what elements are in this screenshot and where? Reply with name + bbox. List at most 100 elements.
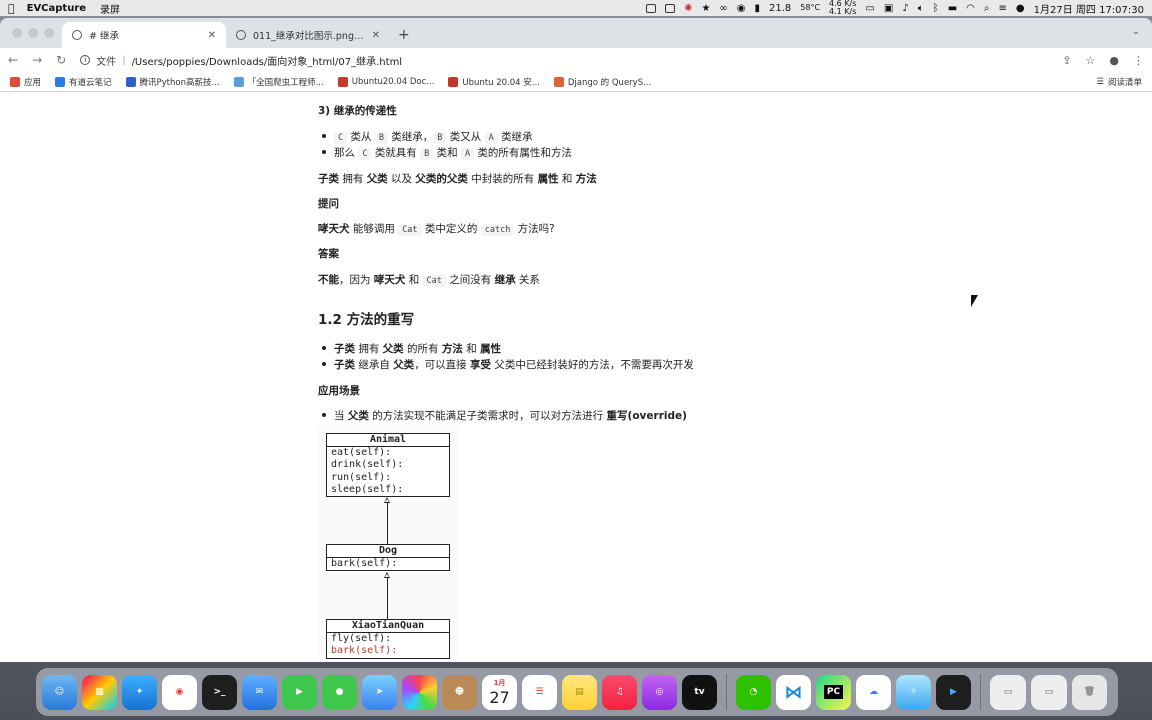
status-icon[interactable] — [646, 3, 657, 13]
profile-icon[interactable]: ● — [1109, 54, 1119, 67]
bookmark-icon[interactable]: ▮ — [755, 3, 761, 14]
display-icon[interactable]: ▣ — [884, 3, 893, 14]
globe-icon — [236, 30, 246, 40]
calendar-icon[interactable]: 1月 27 — [482, 674, 517, 710]
messages-icon[interactable]: ● — [322, 674, 357, 710]
contacts-icon[interactable]: ☻ — [442, 674, 477, 710]
clock-text[interactable]: 1月27日 周四 17:07:30 — [1034, 1, 1144, 16]
address-bar[interactable]: i 文件 | /Users/poppies/Downloads/面向对象_htm… — [80, 50, 1048, 70]
music-icon[interactable]: ♪ — [902, 3, 908, 14]
question-paragraph: 哮天犬 能够调用 Cat 类中定义的 catch 方法吗? — [318, 223, 555, 236]
uml-diagram: Animal eat(self): drink(self): run(self)… — [318, 425, 458, 662]
bookmarks-bar: 应用 有道云笔记 腾讯Python高薪技... 「全国爬虫工程师... Ubun… — [0, 72, 1152, 92]
music-app-icon[interactable]: ♫ — [602, 674, 637, 710]
window-icon[interactable]: ▭ — [865, 3, 874, 14]
list-item: 当 父类 的方法实现不能满足子类需求时，可以对方法进行 重写(override) — [322, 410, 687, 422]
close-tab-icon[interactable]: ✕ — [208, 30, 216, 41]
evcapture-icon[interactable]: ✧ — [896, 674, 931, 710]
globe-icon — [72, 30, 82, 40]
bookmark-ubuntu-install[interactable]: Ubuntu 20.04 安... — [448, 76, 540, 88]
forward-icon[interactable]: → — [32, 53, 42, 67]
volume-icon[interactable]: 🔈︎ — [918, 3, 924, 14]
bug-icon[interactable]: ✺ — [684, 3, 692, 14]
downloads-stack-icon[interactable]: ▭ — [990, 674, 1026, 710]
menu-item-record[interactable]: 录屏 — [100, 1, 120, 16]
youdao-icon — [55, 76, 66, 87]
star-icon[interactable]: ★ — [701, 3, 710, 14]
photos-icon[interactable] — [402, 674, 437, 710]
bookmark-tencent-python[interactable]: 腾讯Python高薪技... — [125, 76, 220, 88]
trash-icon[interactable]: 🗑︎ — [1072, 674, 1107, 710]
back-icon[interactable]: ← — [8, 53, 18, 67]
chrome-icon[interactable]: ◉ — [162, 674, 197, 710]
bookmark-django[interactable]: Django 的 QueryS... — [553, 76, 651, 88]
reload-icon[interactable]: ↻ — [56, 53, 66, 67]
separator: | — [122, 54, 126, 66]
reading-list-icon: ☰ — [1096, 76, 1104, 87]
dock-separator — [726, 674, 727, 710]
siri-icon[interactable]: ● — [1016, 3, 1025, 14]
wifi-icon[interactable]: ◠ — [966, 3, 975, 14]
search-icon[interactable]: ⌕ — [984, 3, 990, 14]
mail-icon[interactable]: ✉ — [242, 674, 277, 710]
vscode-icon[interactable]: ⋈ — [776, 674, 811, 710]
dock-separator — [980, 674, 981, 710]
facetime-icon[interactable]: ▶ — [282, 674, 317, 710]
zoom-window-icon[interactable] — [44, 28, 54, 38]
terminal-icon[interactable]: >_ — [202, 674, 237, 710]
grid-icon[interactable] — [665, 3, 676, 13]
baidunetdisk-icon[interactable]: ☁ — [856, 674, 891, 710]
bookmark-apps[interactable]: 应用 — [10, 76, 41, 88]
bluetooth-icon[interactable]: ᛒ — [933, 3, 939, 14]
app-name[interactable]: EVCapture — [27, 3, 86, 14]
chevron-down-icon[interactable]: ⌄ — [1132, 26, 1140, 37]
calendar-day: 27 — [489, 687, 510, 707]
battery-icon[interactable]: ▬ — [948, 3, 957, 14]
answer-label: 答案 — [318, 248, 339, 260]
pycharm-label: PC — [823, 685, 844, 699]
list-item: 子类 继承自 父类，可以直接 享受 父类中已经封装好的方法，不需要再次开发 — [322, 359, 694, 371]
battery-stat[interactable]: 21.8 — [769, 3, 791, 14]
finder-icon[interactable]: ☺ — [42, 674, 77, 710]
bookmark-crawler[interactable]: 「全国爬虫工程师... — [233, 76, 324, 88]
notes-icon[interactable]: ▤ — [562, 674, 597, 710]
tab-image[interactable]: 011_继承对比图示.png (2065× ✕ — [226, 22, 390, 48]
tab-title: 011_继承对比图示.png (2065× — [253, 31, 366, 42]
documents-stack-icon[interactable]: ▭ — [1031, 674, 1067, 710]
ubuntu-icon — [448, 76, 459, 87]
reminders-icon[interactable]: ☰ — [522, 674, 557, 710]
pycharm-icon[interactable]: PC — [816, 674, 851, 710]
apps-grid-icon — [10, 76, 20, 87]
info-icon[interactable]: i — [80, 55, 91, 65]
safari-icon[interactable]: ✦ — [122, 674, 157, 710]
minimize-window-icon[interactable] — [28, 28, 38, 38]
method: sleep(self): — [331, 483, 404, 495]
ubuntu-icon — [337, 76, 348, 87]
class-name: XiaoTianQuan — [327, 620, 449, 633]
control-center-icon[interactable]: ≡ — [999, 3, 1007, 14]
bookmark-youdao[interactable]: 有道云笔记 — [55, 76, 112, 88]
close-tab-icon[interactable]: ✕ — [372, 30, 380, 41]
apple-tv-icon[interactable]: tv — [682, 674, 717, 710]
more-menu-icon[interactable]: ⋮ — [1133, 54, 1144, 67]
tab-inheritance[interactable]: # 继承 ✕ — [62, 22, 226, 48]
new-tab-button[interactable]: + — [398, 27, 410, 43]
bookmark-star-icon[interactable]: ☆ — [1086, 54, 1096, 67]
summary-paragraph: 子类 拥有 父类 以及 父类的父类 中封装的所有 属性 和 方法 — [318, 173, 597, 185]
share-icon[interactable]: ⇪ — [1062, 54, 1071, 67]
close-window-icon[interactable] — [12, 28, 22, 38]
method: drink(self): — [331, 459, 404, 471]
link-icon[interactable]: ∞ — [719, 3, 727, 14]
podcasts-icon[interactable]: ◎ — [642, 674, 677, 710]
reading-list[interactable]: ☰ 阅读清单 — [1096, 76, 1142, 88]
inheritance-line — [387, 503, 388, 544]
url-text[interactable]: /Users/poppies/Downloads/面向对象_html/07_继承… — [132, 53, 403, 68]
wechat-app-icon[interactable]: ◔ — [736, 674, 771, 710]
dock: ☺ ▦ ✦ ◉ >_ ✉ ▶ ● ➤ ☻ 1月 27 ☰ ▤ ♫ ◎ tv ◔ ⋈… — [36, 668, 1118, 716]
launchpad-icon[interactable]: ▦ — [82, 674, 117, 710]
video-app-icon[interactable]: ▶ — [936, 674, 971, 710]
bookmark-ubuntu-doc[interactable]: Ubuntu20.04 Doc... — [337, 76, 434, 87]
maps-icon[interactable]: ➤ — [362, 674, 397, 710]
wechat-icon[interactable]: ◉ — [737, 3, 746, 14]
apple-icon[interactable]:  — [8, 2, 15, 15]
